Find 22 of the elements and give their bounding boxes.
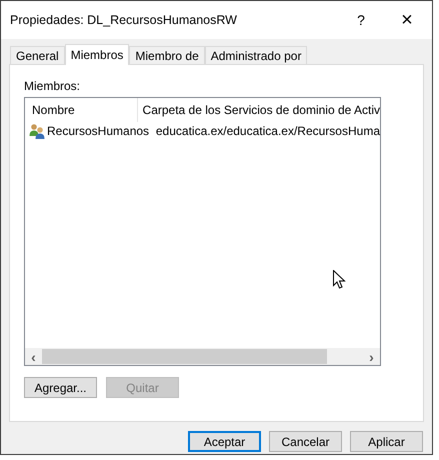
tab[interactable]: Miembros (64, 44, 130, 65)
table-cell-text: RecursosHumanos (47, 123, 150, 140)
column-header[interactable]: Carpeta de los Servicios de dominio de Activ (138, 101, 380, 119)
scrollbar-thumb[interactable] (42, 349, 327, 364)
members-label: Miembros: (24, 79, 82, 93)
tab[interactable]: Miembro de (129, 46, 205, 64)
column-header[interactable]: Nombre (25, 98, 138, 122)
close-button[interactable]: × (384, 5, 430, 35)
user-group-icon (29, 123, 45, 139)
scroll-left-button[interactable]: ‹ (25, 348, 42, 365)
horizontal-scrollbar[interactable]: ‹ › (25, 348, 380, 365)
cancel-button[interactable]: Cancelar (269, 431, 342, 452)
ok-button[interactable]: Aceptar (188, 431, 261, 452)
help-button[interactable]: ? (338, 5, 384, 35)
table-cell-text: educatica.ex/educatica.ex/RecursosHuma (154, 123, 380, 140)
apply-button[interactable]: Aplicar (350, 431, 423, 452)
tab[interactable]: Administrado por (204, 46, 308, 64)
add-button[interactable]: Agregar... (24, 377, 97, 398)
window-title: Propiedades: DL_RecursosHumanosRW (10, 12, 237, 29)
mouse-cursor-icon (333, 270, 346, 289)
tab[interactable]: General (10, 46, 65, 64)
scroll-right-button[interactable]: › (363, 348, 380, 365)
